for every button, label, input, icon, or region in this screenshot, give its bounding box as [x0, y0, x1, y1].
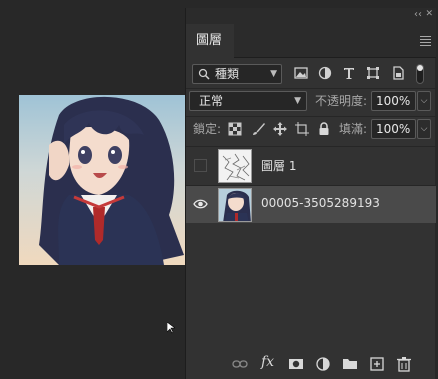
blend-mode-value: 正常 — [199, 94, 224, 108]
lock-label: 鎖定: — [193, 122, 222, 136]
trash-icon[interactable] — [396, 356, 412, 372]
close-panel-icon[interactable]: ✕ — [425, 9, 433, 19]
divider — [186, 116, 436, 117]
blend-mode-select[interactable]: 正常 ▼ — [189, 91, 307, 111]
layer-filter-row: 種類 ▼ — [186, 62, 436, 86]
layers-panel: ‹‹ ✕ 圖層 種類 ▼ 正常 ▼ 不透明度: 100% ⌵ 鎖定: 填滿: 1… — [185, 8, 436, 379]
search-icon — [198, 68, 210, 80]
layer-name[interactable]: 00005-3505289193 — [261, 196, 380, 210]
eye-icon[interactable] — [193, 198, 208, 210]
filter-toggle-switch[interactable] — [416, 64, 424, 84]
opacity-input[interactable]: 100% — [371, 91, 416, 111]
lock-all-icon[interactable] — [317, 122, 331, 136]
fx-icon[interactable]: fx — [261, 354, 277, 370]
opacity-dropdown-button[interactable]: ⌵ — [417, 91, 431, 111]
folder-icon[interactable] — [342, 356, 358, 372]
panel-menu-icon[interactable] — [420, 36, 431, 48]
layers-bottom-toolbar: fx — [186, 349, 436, 379]
lock-position-icon[interactable] — [273, 122, 287, 136]
new-layer-icon[interactable] — [369, 356, 385, 372]
layer-thumbnail — [218, 188, 252, 222]
panel-title-bar: ‹‹ ✕ — [186, 8, 436, 24]
fill-label: 填滿: — [339, 122, 368, 136]
smart-object-filter-icon[interactable] — [391, 66, 405, 80]
layer-row[interactable]: 圖層 1 — [186, 146, 436, 184]
lock-image-pixels-icon[interactable] — [252, 122, 266, 136]
layer-name[interactable]: 圖層 1 — [261, 157, 296, 174]
chevron-down-icon: ▼ — [294, 96, 301, 106]
lock-artboard-icon[interactable] — [295, 122, 309, 136]
fill-dropdown-button[interactable]: ⌵ — [417, 119, 431, 139]
layer-thumbnail — [218, 149, 252, 183]
shape-layer-filter-icon[interactable] — [366, 66, 380, 80]
lock-transparent-pixels-icon[interactable] — [228, 122, 242, 136]
divider — [186, 88, 436, 89]
filter-kind-select[interactable]: 種類 ▼ — [192, 64, 282, 84]
blend-row: 正常 ▼ 不透明度: 100% ⌵ — [186, 90, 436, 114]
link-icon[interactable] — [232, 356, 248, 372]
collapse-panel-icon[interactable]: ‹‹ — [414, 9, 422, 20]
visibility-toggle-empty[interactable] — [194, 159, 207, 172]
canvas-image — [19, 95, 185, 265]
type-layer-filter-icon[interactable] — [342, 66, 356, 80]
lock-row: 鎖定: 填滿: 100% ⌵ — [186, 118, 436, 142]
fill-input[interactable]: 100% — [371, 119, 416, 139]
adjustment-icon[interactable] — [315, 356, 331, 372]
tab-layers[interactable]: 圖層 — [186, 24, 234, 58]
mouse-cursor-icon — [167, 322, 175, 334]
pixel-layer-filter-icon[interactable] — [294, 66, 308, 80]
panel-tabbar: 圖層 — [186, 24, 436, 58]
opacity-label: 不透明度: — [315, 94, 368, 108]
chevron-down-icon: ▼ — [270, 69, 277, 79]
layer-row-selected[interactable]: 00005-3505289193 — [186, 185, 436, 223]
mask-icon[interactable] — [288, 356, 304, 372]
adjustment-layer-filter-icon[interactable] — [318, 66, 332, 80]
filter-kind-label: 種類 — [215, 67, 240, 81]
